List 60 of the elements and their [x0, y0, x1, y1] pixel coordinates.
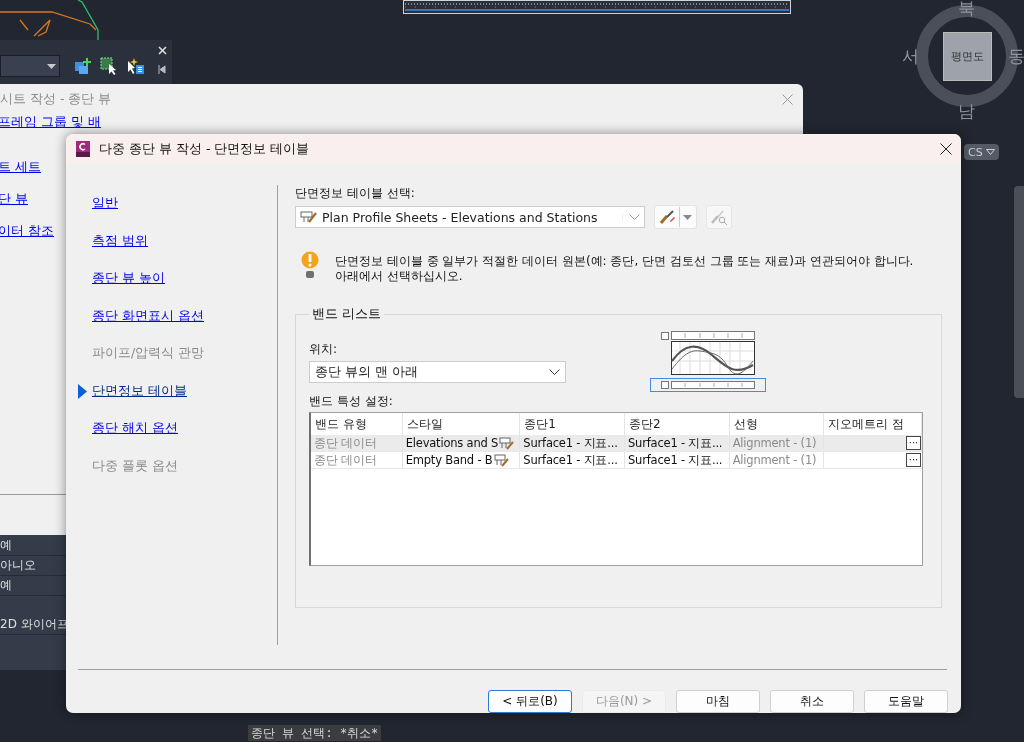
step-link[interactable]: 종단 화면표시 옵션: [92, 307, 204, 323]
compass-label[interactable]: 서: [902, 48, 919, 65]
dialog-button[interactable]: 마침: [676, 690, 760, 713]
warning-message: 단면정보 테이블 중 일부가 적절한 데이터 원본(예: 종단, 단면 검토선 그룹 또는 재료)과 연관되어야 합니다. 아래에서 선택하십시오.: [335, 254, 915, 284]
property-value[interactable]: 아니오: [0, 557, 36, 574]
brush-icon: [658, 209, 676, 225]
band-style-icon[interactable]: [499, 436, 515, 450]
dialog-button[interactable]: 도움말: [864, 690, 948, 713]
table-cell: 종단 데이터: [314, 435, 377, 451]
location-dropdown[interactable]: 종단 뷰의 맨 아래: [309, 361, 566, 383]
table-cell: Surface1 - 지표...: [627, 452, 723, 468]
add-layers-icon[interactable]: [74, 57, 92, 75]
browse-button[interactable]: ···: [906, 436, 921, 450]
step-link[interactable]: 단면정보 테이블: [92, 382, 187, 398]
band-style-icon[interactable]: [493, 453, 509, 467]
table-row[interactable]: 종단 데이터 Elevations and S Surface1 - 지표... Surface1 - 지표... Alignment - (1) ···: [311, 435, 922, 452]
table-cell: Empty Band - B: [405, 453, 493, 467]
dialog-button[interactable]: 취소: [770, 690, 854, 713]
dialog-title: 시트 작성 - 종단 뷰: [0, 90, 112, 108]
edit-style-button[interactable]: [654, 205, 697, 229]
table-cell: Surface1 - 지표...: [627, 435, 723, 451]
caret-icon: [683, 214, 692, 220]
dialog-button[interactable]: < 뒤로(B): [488, 690, 572, 713]
app-icon: [75, 141, 91, 157]
browse-button[interactable]: ···: [906, 453, 921, 467]
property-value[interactable]: 예: [0, 577, 12, 594]
group-title: 밴드 리스트: [311, 306, 382, 323]
table-cell: Surface1 - 지표...: [523, 452, 618, 468]
compass-label[interactable]: 남: [958, 103, 975, 120]
chevron-icon: [622, 213, 640, 221]
warning-bulb-icon: [301, 251, 319, 281]
step-link[interactable]: 측점 범위: [92, 232, 148, 248]
brush-search-icon: [710, 209, 728, 225]
dialog-title: 다중 종단 뷰 작성 - 단면정보 테이블: [99, 140, 311, 158]
quick-select-icon[interactable]: [126, 57, 144, 75]
step-link[interactable]: 종단 뷰 높이: [92, 270, 165, 285]
dropdown-field[interactable]: [0, 55, 60, 77]
caret-icon: [985, 149, 995, 155]
ucs-menu[interactable]: CS: [964, 144, 999, 160]
field-label: 단면정보 테이블 선택:: [295, 185, 416, 202]
pin-icon[interactable]: [158, 65, 167, 74]
step-link[interactable]: 종단 해치 옵션: [92, 420, 178, 435]
table-cell: Alignment - (1): [732, 436, 817, 450]
select-icon[interactable]: [100, 57, 118, 75]
caret-icon: [47, 63, 56, 69]
property-value[interactable]: 예: [0, 537, 12, 554]
style-dropdown[interactable]: Plan Profile Sheets - Elevations and Stations: [295, 206, 645, 228]
table-cell: Surface1 - 지표...: [523, 435, 618, 451]
field-label: 위치:: [309, 341, 339, 358]
step-link[interactable]: 일반: [92, 195, 118, 210]
table-cell: Alignment - (1): [732, 453, 817, 467]
band-style-icon: [300, 210, 318, 224]
field-label: 밴드 특성 설정:: [309, 394, 393, 408]
property-value[interactable]: 2D 와이어프: [0, 616, 69, 633]
chevron-icon: [549, 368, 560, 376]
table-row[interactable]: 종단 데이터 Empty Band - B Surface1 - 지표... Surface1 - 지표... Alignment - (1) ···: [311, 452, 922, 469]
close-icon[interactable]: [940, 143, 952, 155]
view-cube[interactable]: 평면도: [943, 32, 992, 81]
table-cell: 종단 데이터: [314, 452, 377, 468]
table-cell: Elevations and S: [405, 436, 499, 450]
